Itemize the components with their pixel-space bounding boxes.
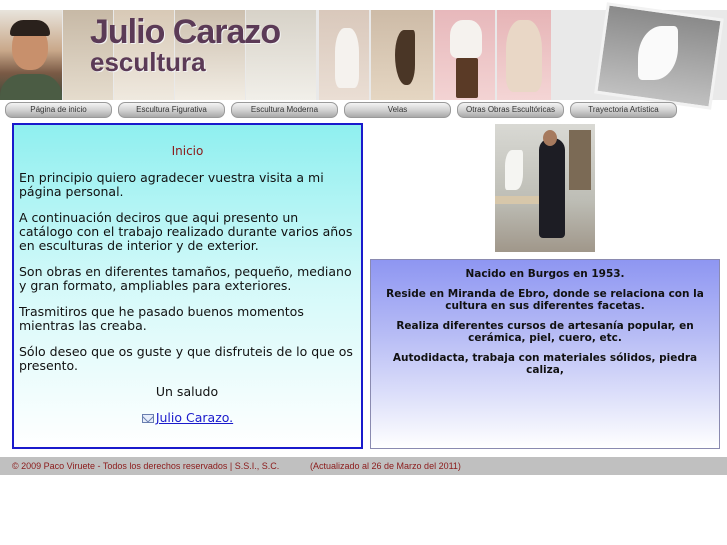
site-title: Julio Carazo xyxy=(90,13,281,51)
updated-text: (Actualizado al 26 de Marzo del 2011) xyxy=(310,461,461,471)
welcome-paragraph: Sólo deseo que os guste y que disfruteis… xyxy=(19,344,353,373)
biography-box: Nacido en Burgos en 1953. Reside en Mira… xyxy=(370,259,720,449)
greeting: Un saludo xyxy=(155,384,219,399)
main-nav: Página de inicio Escultura Figurativa Es… xyxy=(0,102,727,118)
bio-line: Reside en Miranda de Ebro, donde se rela… xyxy=(386,288,704,312)
nav-candles[interactable]: Velas xyxy=(344,102,451,118)
copyright-text: © 2009 Paco Viruete - Todos los derechos… xyxy=(12,461,280,471)
signature-text: Julio Carazo. xyxy=(155,410,234,425)
nav-home[interactable]: Página de inicio xyxy=(5,102,112,118)
welcome-paragraph: A continuación deciros que aqui presento… xyxy=(19,210,353,253)
bio-line: Autodidacta, trabaja con materiales sóli… xyxy=(392,352,698,376)
sculpture-shape xyxy=(450,20,482,58)
welcome-box: Inicio En principio quiero agradecer vue… xyxy=(12,123,363,449)
artist-working-photo xyxy=(495,124,595,252)
mail-icon xyxy=(141,414,154,423)
welcome-heading: Inicio xyxy=(171,144,204,158)
welcome-paragraph: Trasmitiros que he pasado buenos momento… xyxy=(19,304,304,333)
welcome-paragraph: Son obras en diferentes tamaños, pequeño… xyxy=(19,264,352,293)
welcome-paragraph: En principio quiero agradecer vuestra vi… xyxy=(19,170,324,199)
email-link[interactable]: Julio Carazo. xyxy=(14,411,361,425)
nav-figurative-sculpture[interactable]: Escultura Figurativa xyxy=(118,102,225,118)
bio-line: Nacido en Burgos en 1953. xyxy=(465,268,625,280)
nav-modern-sculpture[interactable]: Escultura Moderna xyxy=(231,102,338,118)
nav-other-works[interactable]: Otras Obras Escultóricas xyxy=(457,102,564,118)
bio-line: Realiza diferentes cursos de artesanía p… xyxy=(396,320,694,344)
sculpture-pedestal xyxy=(456,58,478,98)
sculpture-shape xyxy=(395,30,415,85)
footer: © 2009 Paco Viruete - Todos los derechos… xyxy=(0,457,727,475)
sculpture-shape xyxy=(506,20,542,92)
sculpture-shape xyxy=(335,28,359,88)
artist-portrait xyxy=(0,10,62,100)
nav-artistic-career[interactable]: Trayectoria Artística xyxy=(570,102,677,118)
site-subtitle: escultura xyxy=(90,47,206,77)
